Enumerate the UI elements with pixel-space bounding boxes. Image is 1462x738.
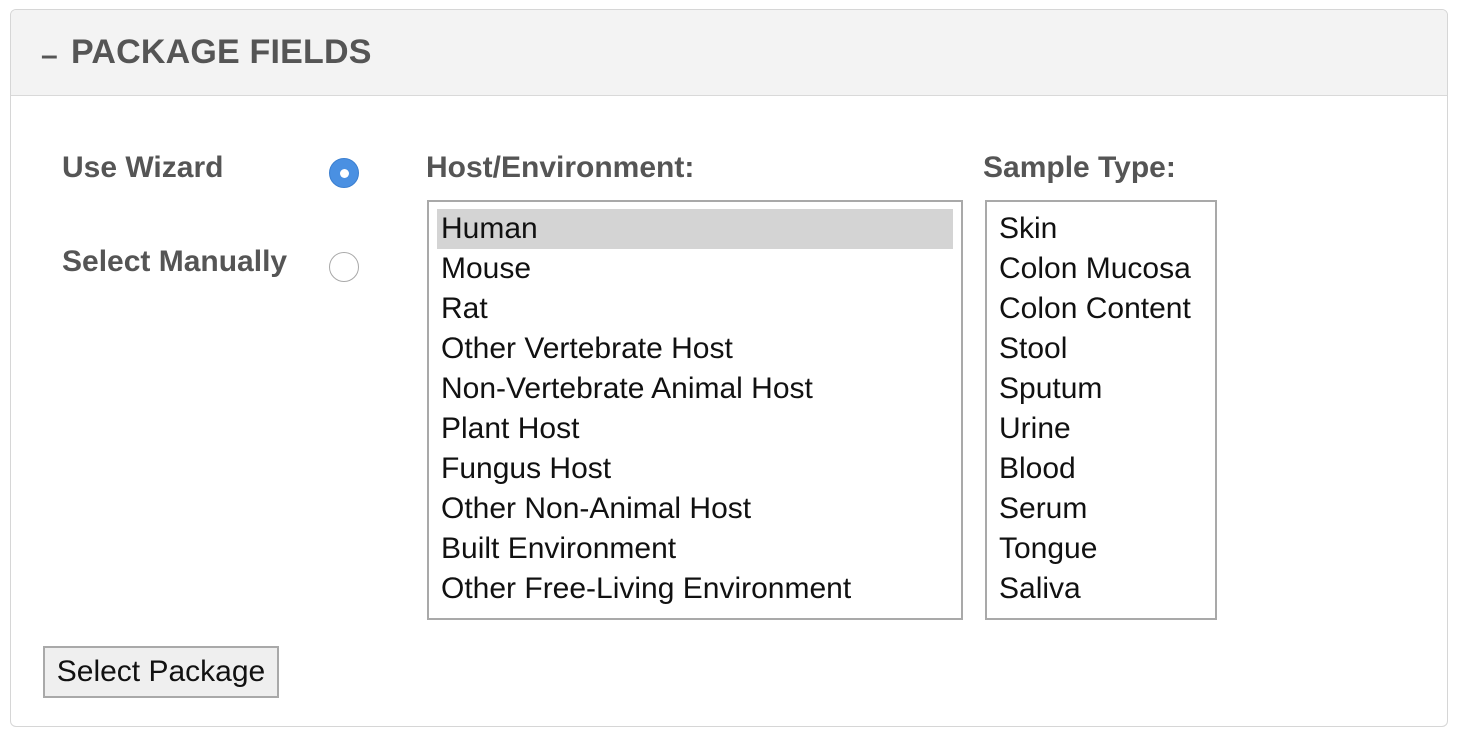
package-fields-panel: – PACKAGE FIELDS Use Wizard Select Manua…: [10, 9, 1448, 727]
host-option[interactable]: Non-Vertebrate Animal Host: [437, 369, 953, 409]
select-package-button[interactable]: Select Package: [43, 646, 279, 698]
host-option[interactable]: Other Non-Animal Host: [437, 489, 953, 529]
host-option[interactable]: Fungus Host: [437, 449, 953, 489]
host-option[interactable]: Plant Host: [437, 409, 953, 449]
sample-type-listbox[interactable]: Skin Colon Mucosa Colon Content Stool Sp…: [985, 200, 1217, 620]
host-environment-label: Host/Environment:: [426, 151, 695, 184]
radio-dot: [340, 169, 349, 178]
panel-title: PACKAGE FIELDS: [71, 33, 372, 71]
panel-header[interactable]: – PACKAGE FIELDS: [11, 10, 1447, 96]
sample-option[interactable]: Sputum: [995, 369, 1207, 409]
sample-option[interactable]: Urine: [995, 409, 1207, 449]
sample-option[interactable]: Tongue: [995, 529, 1207, 569]
sample-option[interactable]: Saliva: [995, 569, 1207, 609]
sample-option[interactable]: Colon Mucosa: [995, 249, 1207, 289]
host-option[interactable]: Built Environment: [437, 529, 953, 569]
select-manually-label: Select Manually: [62, 245, 288, 278]
sample-option[interactable]: Stool: [995, 329, 1207, 369]
collapse-icon[interactable]: –: [41, 36, 58, 76]
host-option[interactable]: Other Free-Living Environment: [437, 569, 953, 609]
sample-option[interactable]: Colon Content: [995, 289, 1207, 329]
use-wizard-label: Use Wizard: [62, 151, 224, 184]
sample-option[interactable]: Skin: [995, 209, 1207, 249]
host-option[interactable]: Mouse: [437, 249, 953, 289]
sample-option[interactable]: Serum: [995, 489, 1207, 529]
sample-type-label: Sample Type:: [983, 151, 1176, 184]
sample-option[interactable]: Blood: [995, 449, 1207, 489]
host-option[interactable]: Other Vertebrate Host: [437, 329, 953, 369]
select-manually-radio[interactable]: [329, 252, 359, 282]
use-wizard-radio[interactable]: [329, 158, 359, 188]
host-option[interactable]: Rat: [437, 289, 953, 329]
host-option[interactable]: Human: [437, 209, 953, 249]
host-environment-listbox[interactable]: Human Mouse Rat Other Vertebrate Host No…: [427, 200, 963, 620]
